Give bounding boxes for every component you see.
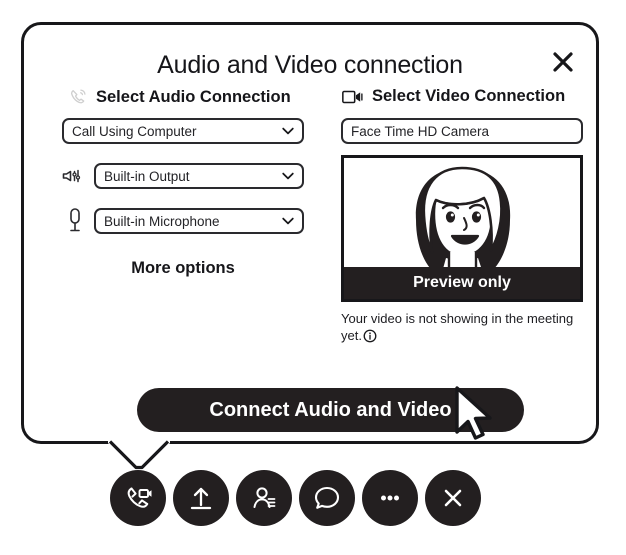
close-dialog-button[interactable] [548, 47, 578, 77]
connect-audio-video-label: Connect Audio and Video [209, 398, 452, 421]
video-preview: Preview only [341, 155, 583, 302]
dialog-title: Audio and Video connection [157, 51, 463, 79]
audio-video-connection-dialog: Audio and Video connection Select Audio … [21, 22, 599, 444]
more-button[interactable] [362, 470, 418, 526]
chat-bubble-icon [314, 486, 340, 509]
audio-connection-select[interactable]: Call Using Computer [62, 118, 304, 144]
more-options-link[interactable]: More options [62, 259, 304, 278]
microphone-icon-wrapper [60, 205, 90, 235]
video-section-heading-label: Select Video Connection [372, 87, 566, 105]
phone-video-icon [127, 487, 152, 508]
headset-phone-icon [71, 89, 86, 104]
video-status-note: Your video is not showing in the meeting… [341, 310, 581, 347]
share-button[interactable] [173, 470, 229, 526]
ellipsis-icon [381, 495, 399, 501]
chevron-down-icon [280, 123, 296, 139]
leave-button[interactable] [425, 470, 481, 526]
preview-only-label: Preview only [413, 274, 511, 291]
camera-value: Face Time HD Camera [351, 123, 490, 139]
audio-output-value: Built-in Output [104, 168, 190, 184]
audio-video-button[interactable] [110, 470, 166, 526]
speaker-icon [62, 169, 81, 183]
participants-icon [253, 487, 276, 508]
microphone-value: Built-in Microphone [104, 213, 220, 229]
upload-arrow-icon [190, 487, 212, 510]
close-x-icon [444, 489, 462, 507]
microphone-icon [70, 208, 80, 232]
preview-only-banner: Preview only [344, 267, 580, 299]
dialog-pointer-tail [108, 440, 170, 470]
video-camera-icon [342, 90, 363, 103]
participants-button[interactable] [236, 470, 292, 526]
audio-output-select[interactable]: Built-in Output [94, 163, 304, 189]
video-section-heading: Select Video Connection [342, 87, 565, 106]
chevron-down-icon [280, 168, 296, 184]
audio-section-heading-label: Select Audio Connection [96, 87, 291, 106]
camera-select-field[interactable]: Face Time HD Camera [341, 118, 583, 144]
chat-button[interactable] [299, 470, 355, 526]
close-icon [553, 52, 573, 72]
speaker-icon-wrapper [58, 161, 88, 191]
audio-section-heading: Select Audio Connection [68, 87, 291, 107]
meeting-toolbar [110, 470, 481, 526]
info-icon[interactable] [363, 329, 377, 347]
connect-audio-video-button[interactable]: Connect Audio and Video [137, 388, 524, 432]
audio-connection-value: Call Using Computer [72, 123, 197, 139]
chevron-down-icon [280, 213, 296, 229]
microphone-select[interactable]: Built-in Microphone [94, 208, 304, 234]
